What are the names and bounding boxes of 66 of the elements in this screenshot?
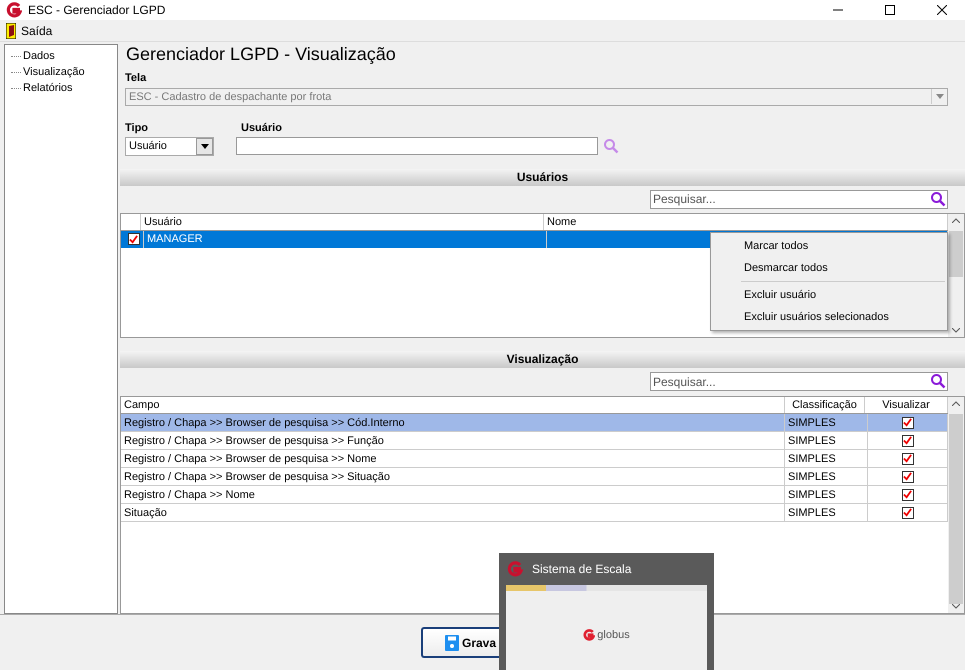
type-dropdown[interactable]: Usuário (125, 136, 214, 156)
field-label: Tipo (124, 122, 150, 136)
checkbox[interactable] (902, 488, 914, 500)
exit-door-icon (6, 22, 16, 38)
table-row[interactable]: Registro / Chapa >> Browser de pesquisa >> Função SIMPLES (121, 432, 948, 450)
page-heading: Gerenciador LGPD - Visualização (125, 43, 397, 66)
dropdown-arrow-icon[interactable] (200, 144, 208, 149)
user-input[interactable] (236, 136, 598, 155)
logo-icon (507, 561, 523, 577)
checkbox[interactable] (902, 434, 914, 446)
checkbox[interactable] (128, 233, 140, 246)
tree-item[interactable]: Visualização (23, 66, 85, 78)
window-title: ESC - Gerenciador LGPD (28, 3, 166, 17)
tree-item[interactable]: Dados (23, 50, 55, 62)
scrollbar[interactable] (948, 214, 964, 337)
search-icon[interactable] (930, 373, 946, 389)
menu-item[interactable]: Excluir usuário (711, 284, 947, 306)
scroll-down-icon[interactable] (952, 328, 960, 333)
table-cell: SIMPLES (785, 486, 868, 503)
menu-item[interactable]: Excluir usuários selecionados (711, 306, 947, 328)
column-header[interactable]: Classificação (785, 397, 865, 413)
menu-item[interactable]: Desmarcar todos (711, 256, 947, 279)
table-cell: Registro / Chapa >> Browser de pesquisa >> Cód.Interno (121, 414, 785, 431)
maximize-icon[interactable] (885, 5, 895, 15)
table-cell: Registro / Chapa >> Browser de pesquisa >> Função (121, 432, 785, 449)
scroll-up-icon[interactable] (952, 218, 960, 223)
table-row[interactable]: Registro / Chapa >> Browser de pesquisa >> Cód.Interno SIMPLES (121, 414, 948, 432)
search-icon[interactable] (930, 190, 946, 207)
logo-icon (583, 628, 596, 640)
checkbox[interactable] (902, 506, 914, 518)
preview-title: Sistema de Escala (532, 562, 632, 576)
table-cell: MANAGER (144, 230, 547, 248)
checkbox[interactable] (902, 470, 914, 482)
tree-item[interactable]: Relatórios (23, 82, 73, 94)
checkbox[interactable] (902, 416, 914, 428)
logo-icon (6, 2, 22, 18)
window-preview-tooltip[interactable]: Sistema de Escala globus (499, 553, 714, 670)
close-icon[interactable] (937, 5, 947, 15)
scrollbar[interactable] (948, 397, 964, 613)
field-label: Tela (124, 72, 148, 86)
table-cell: SIMPLES (785, 468, 868, 485)
table-row[interactable]: Situação SIMPLES (121, 504, 948, 522)
table-cell: SIMPLES (785, 450, 868, 467)
table-cell: Registro / Chapa >> Browser de pesquisa >> Situação (121, 468, 785, 485)
field-label: Usuário (240, 122, 283, 136)
menu-item[interactable]: Saída (6, 22, 52, 38)
table-row[interactable]: Registro / Chapa >> Browser de pesquisa >> Situação SIMPLES (121, 468, 948, 486)
column-header[interactable]: Campo (121, 397, 785, 413)
table-row[interactable]: Registro / Chapa >> Nome SIMPLES (121, 486, 948, 504)
scroll-down-icon[interactable] (952, 604, 960, 609)
brand-text: globus (597, 628, 630, 640)
search-field[interactable]: Pesquisar... (650, 190, 948, 209)
table-cell: Registro / Chapa >> Browser de pesquisa >> Nome (121, 450, 785, 467)
column-header[interactable]: Usuário (141, 214, 544, 230)
table-cell: SIMPLES (785, 504, 868, 521)
table-cell: SIMPLES (785, 432, 868, 449)
scroll-up-icon[interactable] (952, 401, 960, 406)
table-cell: Situação (121, 504, 785, 521)
table-cell: Registro / Chapa >> Nome (121, 486, 785, 503)
table-cell: SIMPLES (785, 414, 868, 431)
table-row[interactable]: Registro / Chapa >> Browser de pesquisa >> Nome SIMPLES (121, 450, 948, 468)
search-field[interactable]: Pesquisar... (650, 372, 948, 391)
section-title: Visualização (506, 352, 578, 366)
save-button[interactable]: Grava (421, 627, 499, 658)
section-title: Usuários (516, 170, 568, 184)
checkbox[interactable] (902, 452, 914, 464)
